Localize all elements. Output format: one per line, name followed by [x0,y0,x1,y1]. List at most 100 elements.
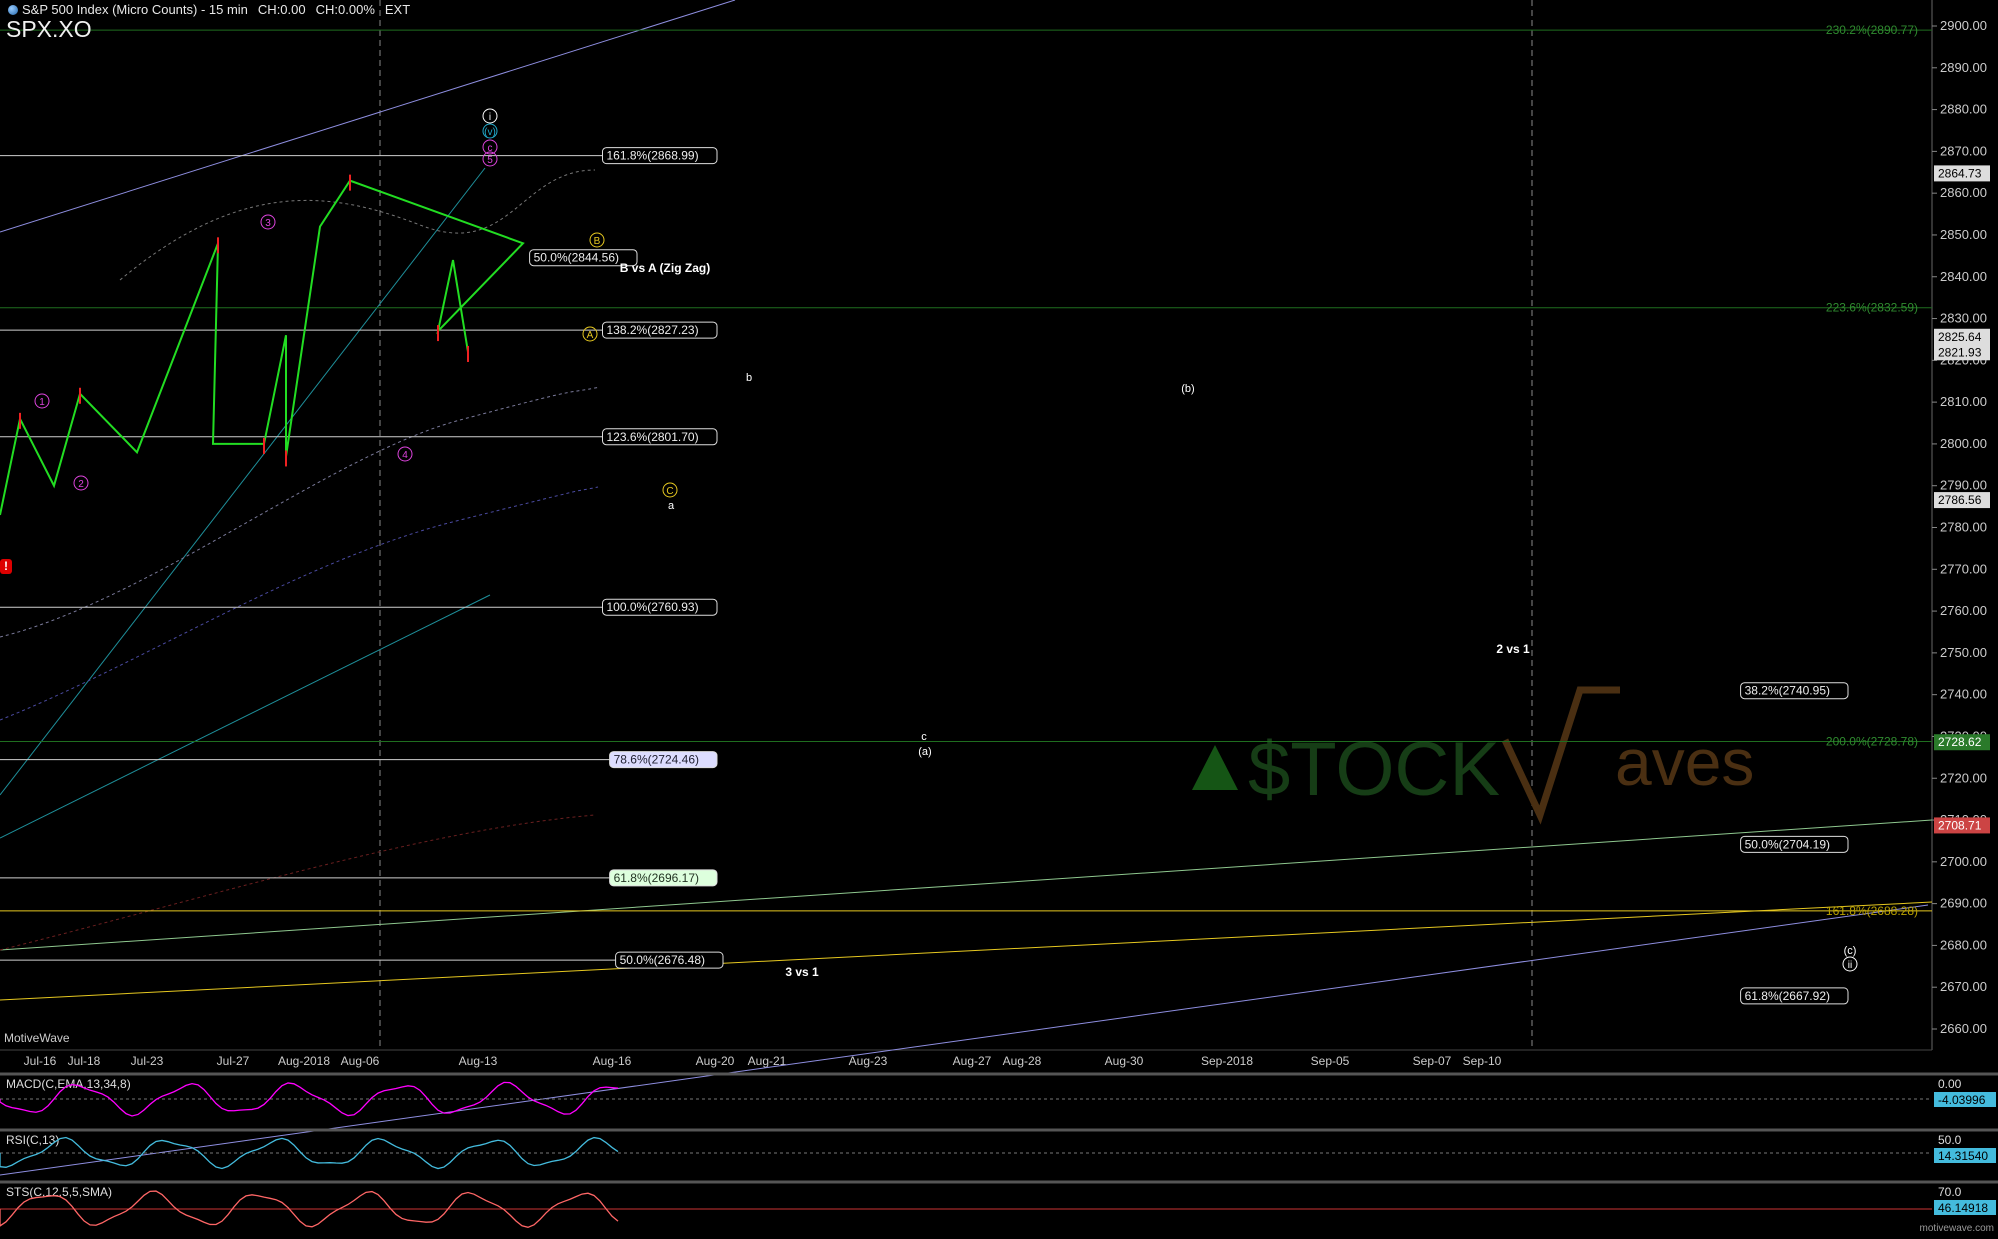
x-tick-label: Aug-2018 [278,1054,330,1068]
indicator-label: MACD(C,EMA,13,34,8) [6,1077,131,1091]
x-tick-label: Sep-10 [1463,1054,1502,1068]
watermark-text: $TOCK [1248,727,1500,812]
fib-level-label: 123.6%(2801.70) [607,430,699,444]
session-badge: EXT [384,2,411,17]
y-tick-label: 2900.00 [1940,18,1987,33]
moving-average-line [0,486,599,721]
chart-header: S&P 500 Index (Micro Counts) - 15 min CH:… [8,2,420,17]
ext-level-label: 200.0%(2728.78) [1826,735,1918,749]
x-tick-label: Aug-27 [953,1054,992,1068]
fib-level-label: 50.0%(2844.56) [534,251,619,265]
fib-level-label: 138.2%(2827.23) [607,323,699,337]
instrument-icon [8,5,18,15]
price-tag-label: 2825.64 [1938,330,1982,344]
y-tick-label: 2700.00 [1940,854,1987,869]
indicator-value: 46.14918 [1938,1201,1988,1215]
wave-label: ii [1848,960,1852,971]
wave-label: a [668,500,675,512]
y-tick-label: 2830.00 [1940,311,1987,326]
y-tick-label: 2840.00 [1940,269,1987,284]
ext-level-label: 230.2%(2890.77) [1826,23,1918,37]
fib-level-label: 61.8%(2696.17) [614,871,699,885]
wave-label: 3 [265,218,271,229]
x-tick-label: Aug-06 [341,1054,380,1068]
y-tick-label: 2850.00 [1940,227,1987,242]
x-tick-label: Aug-30 [1105,1054,1144,1068]
alert-icon[interactable]: ! [0,559,12,574]
wave-label: 1 [39,397,45,408]
price-line [0,179,525,516]
x-tick-label: Aug-28 [1003,1054,1042,1068]
price-tag-label: 2728.62 [1938,735,1982,749]
y-tick-label: 2880.00 [1940,102,1987,117]
fib-level-label: 50.0%(2676.48) [620,953,705,967]
watermark-w-icon [1501,686,1620,825]
y-tick-label: 2780.00 [1940,520,1987,535]
wave-label: (b) [1181,383,1194,395]
x-tick-label: Jul-18 [68,1054,101,1068]
indicator-value: 14.31540 [1938,1149,1988,1163]
wave-label: (a) [918,746,931,758]
x-tick-label: Sep-2018 [1201,1054,1253,1068]
symbol-label: SPX.XO [6,16,92,42]
trend-line [0,819,1933,951]
y-tick-label: 2860.00 [1940,185,1987,200]
wave-label: b [746,372,752,384]
fib-level-label: 161.8%(2868.99) [607,149,699,163]
wave-label: i [489,112,491,123]
y-tick-label: 2810.00 [1940,394,1987,409]
watermark-text: aves [1615,725,1754,799]
price-chart[interactable]: 2660.002670.002680.002690.002700.002710.… [0,0,1998,1234]
wave-label: C [666,486,673,497]
wave-label: 2 vs 1 [1496,642,1530,656]
wave-label: 4 [402,450,408,461]
y-tick-label: 2750.00 [1940,645,1987,660]
x-tick-label: Sep-05 [1311,1054,1350,1068]
indicator-value: -4.03996 [1938,1093,1986,1107]
trend-line [0,901,1933,1001]
y-tick-label: 2770.00 [1940,561,1987,576]
y-tick-label: 2670.00 [1940,979,1987,994]
trend-line [0,0,736,233]
x-tick-label: Aug-16 [593,1054,632,1068]
ext-level-label: 223.6%(2832.59) [1826,301,1918,315]
y-tick-label: 2800.00 [1940,436,1987,451]
y-tick-label: 2680.00 [1940,937,1987,952]
fib-level-label: 50.0%(2704.19) [1745,837,1830,851]
x-tick-label: Sep-07 [1413,1054,1452,1068]
moving-average-line [0,386,601,638]
price-tag-label: 2864.73 [1938,166,1982,180]
fib-level-label: 78.6%(2724.46) [614,753,699,767]
instrument-title: S&P 500 Index (Micro Counts) - 15 min [22,2,248,17]
trend-line [0,594,491,839]
brand-label: MotiveWave [4,1031,70,1045]
change-value: CH:0.00 [257,2,306,17]
fib-level-label: 100.0%(2760.93) [607,600,699,614]
chart-stage[interactable]: 2660.002670.002680.002690.002700.002710.… [0,0,1998,1234]
footer-link[interactable]: motivewave.com [1920,1223,1994,1234]
y-tick-label: 2740.00 [1940,687,1987,702]
x-tick-label: Jul-16 [24,1054,57,1068]
y-tick-label: 2870.00 [1940,143,1987,158]
trend-line [0,167,486,796]
x-tick-label: Jul-23 [131,1054,164,1068]
y-tick-label: 2720.00 [1940,770,1987,785]
y-tick-label: 2890.00 [1940,60,1987,75]
y-tick-label: 2790.00 [1940,478,1987,493]
wave-label: 2 [78,479,84,490]
wave-label: A [587,330,594,341]
x-tick-label: Aug-20 [696,1054,735,1068]
fib-level-label: 38.2%(2740.95) [1745,684,1830,698]
logo-triangle-icon [1192,745,1238,790]
y-tick-label: 2660.00 [1940,1021,1987,1036]
price-tag-label: 2708.71 [1938,818,1982,832]
fib-level-label: 61.8%(2667.92) [1745,989,1830,1003]
wave-label: 5 [487,155,493,166]
change-percent: CH:0.00% [315,2,375,17]
x-tick-label: Jul-27 [217,1054,250,1068]
y-tick-label: 2690.00 [1940,896,1987,911]
x-tick-label: Aug-13 [459,1054,498,1068]
wave-label: c [921,731,927,743]
ext-level-label: 161.8%(2688.28) [1826,904,1918,918]
indicator-value: 50.0 [1938,1133,1962,1147]
